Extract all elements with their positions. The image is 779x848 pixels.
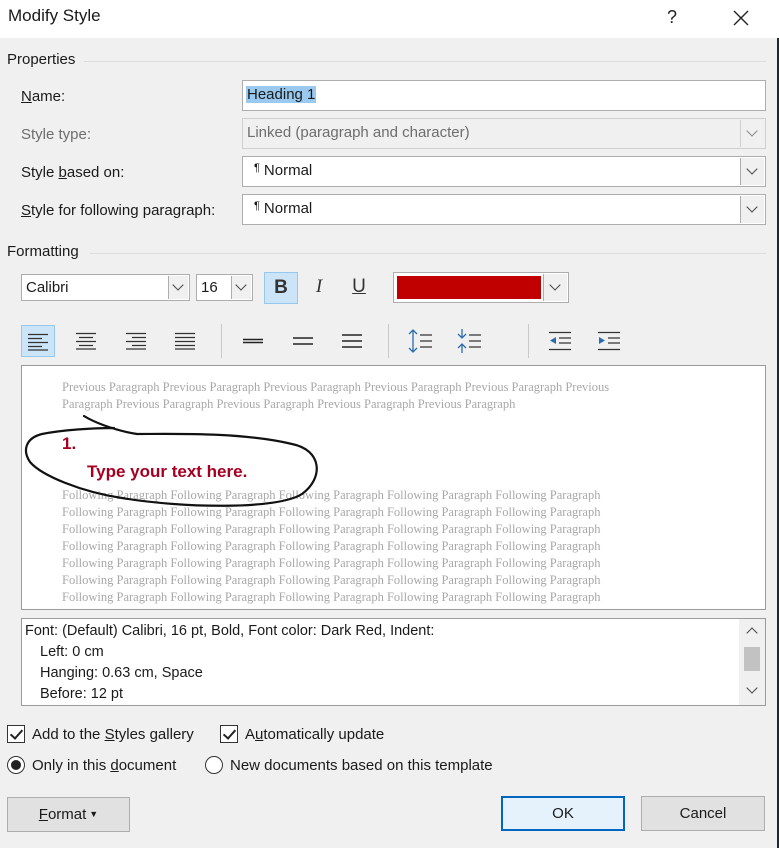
bold-button[interactable]: B [264,272,298,304]
double-spacing-icon [342,334,362,348]
add-to-gallery-label: Add to the Styles gallery [32,726,194,743]
toolbar-separator [221,324,222,358]
one-half-spacing-icon [293,337,313,345]
align-right-icon [126,332,146,350]
paragraph-icon: ¶ [254,200,260,212]
scroll-thumb[interactable] [744,647,760,671]
size-select[interactable]: 16 [196,274,253,301]
chevron-down-icon [746,201,758,213]
format-button[interactable]: Format ▼ [7,797,130,832]
decrease-spacing-button[interactable] [452,325,486,357]
align-center-icon [76,332,96,350]
style-type-label: Style type: [21,126,92,143]
add-to-gallery-checkbox[interactable] [7,725,25,743]
underline-button[interactable]: U [342,272,376,304]
scroll-up-button[interactable] [741,621,763,641]
cancel-button[interactable]: Cancel [641,796,765,831]
toolbar-separator [388,324,389,358]
new-documents-label: New documents based on this template [230,757,493,774]
based-on-select[interactable]: ¶ Normal [242,156,766,187]
align-center-button[interactable] [69,325,103,357]
auto-update-label: Automatically update [245,726,385,743]
description-scrollbar[interactable] [739,619,765,705]
font-color-dropdown[interactable] [543,274,567,301]
one-half-spacing-button[interactable] [286,325,320,357]
chevron-down-icon [235,279,247,291]
hand-drawn-circle-annotation [24,414,318,507]
only-this-document-label: Only in this document [32,757,177,774]
ok-button[interactable]: OK [501,796,625,831]
font-value: Calibri [26,279,69,296]
check-icon [9,726,24,740]
formatting-divider [90,253,766,254]
name-label: Name: [21,88,66,105]
decrease-indent-button[interactable] [543,325,577,357]
style-type-dropdown [740,120,764,147]
increase-spacing-button[interactable] [403,325,437,357]
new-documents-radio[interactable] [205,756,223,774]
size-value: 16 [201,279,218,296]
help-button[interactable]: ? [652,4,692,32]
size-dropdown[interactable] [231,276,251,299]
format-label: Format [38,806,87,823]
scroll-down-button[interactable] [741,681,763,701]
name-value: Heading 1 [246,86,317,103]
font-dropdown[interactable] [168,276,188,299]
increase-paragraph-spacing-icon [408,329,432,353]
close-button[interactable] [721,4,761,32]
style-type-select: Linked (paragraph and character) [242,118,766,149]
only-this-document-radio[interactable] [7,756,25,774]
single-spacing-button[interactable] [236,325,270,357]
style-type-value: Linked (paragraph and character) [247,124,470,141]
following-select[interactable]: ¶ Normal [242,194,766,225]
paragraph-icon: ¶ [254,162,260,174]
single-spacing-icon [243,338,263,344]
increase-indent-icon [598,331,620,351]
decrease-indent-icon [549,331,571,351]
italic-button[interactable]: I [302,272,336,304]
dropdown-arrow-icon: ▼ [89,809,99,819]
chevron-up-icon [746,627,758,639]
chevron-down-icon [746,682,758,694]
chevron-down-icon [746,163,758,175]
font-color-select[interactable] [393,272,569,303]
toolbar-separator [528,324,529,358]
description-line: Font: (Default) Calibri, 16 pt, Bold, Fo… [25,623,435,639]
based-on-label: Style based on: [21,164,125,181]
justify-button[interactable] [168,325,202,357]
decrease-paragraph-spacing-icon [457,329,481,353]
description-line: Hanging: 0.63 cm, Space [40,665,203,681]
auto-update-checkbox[interactable] [220,725,238,743]
properties-divider [84,61,766,62]
based-on-value: Normal [263,162,313,179]
close-icon [733,10,749,26]
font-select[interactable]: Calibri [21,274,190,301]
font-color-swatch [397,276,541,299]
style-preview: Previous Paragraph Previous Paragraph Pr… [21,365,766,610]
name-field[interactable]: Heading 1 [242,80,766,111]
based-on-dropdown[interactable] [740,158,764,185]
following-dropdown[interactable] [740,196,764,223]
chevron-down-icon [549,279,561,291]
align-left-button[interactable] [21,325,55,357]
chevron-down-icon [746,125,758,137]
align-right-button[interactable] [119,325,153,357]
dialog-title: Modify Style [8,6,101,25]
following-label: Style for following paragraph: [21,202,216,219]
description-line: Before: 12 pt [40,686,124,702]
style-description: Font: (Default) Calibri, 16 pt, Bold, Fo… [21,618,766,706]
increase-indent-button[interactable] [592,325,626,357]
justify-icon [175,332,195,350]
radio-selected-dot [11,760,21,770]
check-icon [222,726,237,740]
description-line: Left: 0 cm [40,644,104,660]
formatting-heading: Formatting [7,243,79,260]
chevron-down-icon [172,279,184,291]
properties-heading: Properties [7,51,76,68]
following-value: Normal [263,200,313,217]
double-spacing-button[interactable] [335,325,369,357]
align-left-icon [28,333,48,351]
